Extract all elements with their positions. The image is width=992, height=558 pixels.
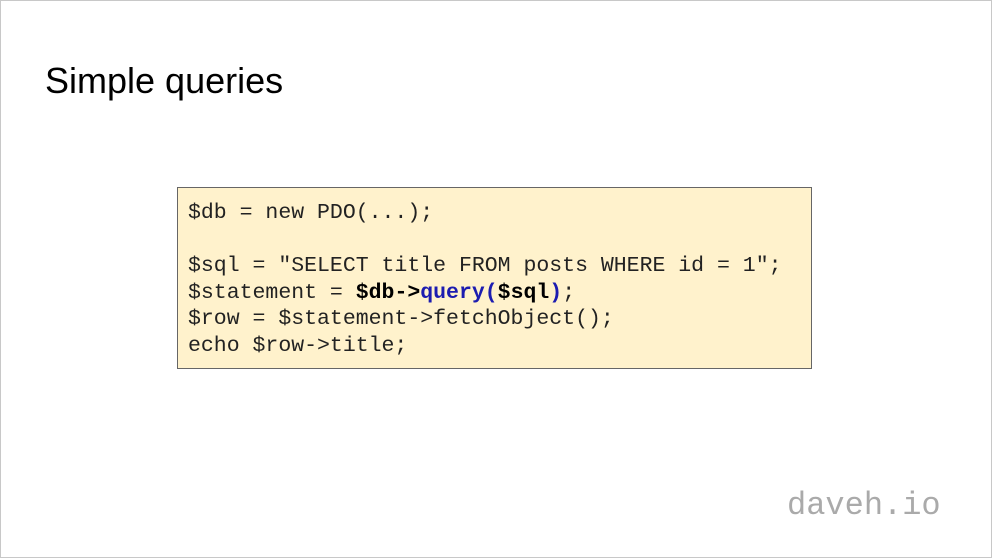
code-block: $db = new PDO(...); $sql = "SELECT title … <box>177 187 812 369</box>
code-line: echo $row->title; <box>188 333 408 358</box>
code-line: $sql = "SELECT title FROM posts WHERE id… <box>188 254 782 279</box>
code-line: $db = new PDO(...); <box>188 201 434 225</box>
code-line: $row = $statement->fetchObject(); <box>188 307 614 332</box>
code-bold-object: $db-> <box>355 280 421 305</box>
code-line: $statement = $db->query($sql); <box>188 280 811 307</box>
code-bold-arg: $sql <box>497 280 550 305</box>
code-highlight-close: ) <box>549 280 563 305</box>
code-highlight-method: query( <box>420 280 498 305</box>
brand-watermark: daveh.io <box>787 487 941 524</box>
code-text: $statement = <box>188 280 356 305</box>
slide-title: Simple queries <box>45 60 284 101</box>
code-text: ; <box>562 280 576 305</box>
